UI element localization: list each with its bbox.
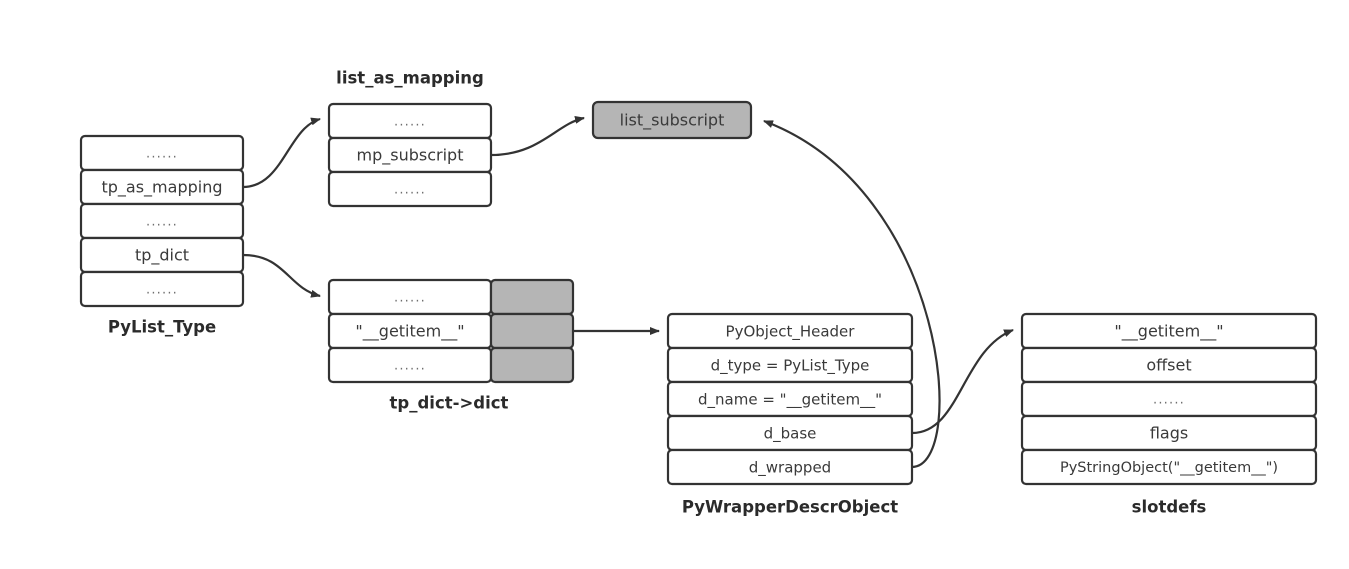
box-label-list-as-mapping: list_as_mapping xyxy=(336,69,484,88)
row-pywrapperdescrobject-1[interactable]: d_type = PyList_Type xyxy=(666,346,914,384)
box-tp-dict-dict: ...... "__getitem__" ...... tp_dict->dic… xyxy=(327,278,575,413)
box-label-slotdefs: slotdefs xyxy=(1132,498,1207,517)
box-pylist-type: ...... tp_as_mapping ...... tp_dict ....… xyxy=(79,134,245,337)
cell-text: d_name = "__getitem__" xyxy=(698,391,882,410)
cell-text: PyObject_Header xyxy=(726,323,856,342)
cell-text: list_subscript xyxy=(620,111,725,131)
row-pylist-type-4[interactable]: ...... xyxy=(79,270,245,308)
box-label-tp-dict-dict: tp_dict->dict xyxy=(390,394,509,413)
row-pywrapperdescrobject-0[interactable]: PyObject_Header xyxy=(666,312,914,350)
row-tp-dict-dict-2[interactable]: ...... xyxy=(327,346,575,384)
connector-mp-subscript-to-list-subscript xyxy=(490,115,585,157)
row-pylist-type-3[interactable]: tp_dict xyxy=(79,236,245,274)
cell-text: ...... xyxy=(146,283,178,298)
cell-text: PyStringObject("__getitem__") xyxy=(1060,460,1278,476)
row-list-as-mapping-0[interactable]: ...... xyxy=(327,102,493,140)
row-list-as-mapping-2[interactable]: ...... xyxy=(327,170,493,208)
value-cell-0[interactable] xyxy=(489,278,575,316)
cell-text: flags xyxy=(1150,424,1188,443)
box-slotdefs: "__getitem__" offset ...... flags PyStri… xyxy=(1020,312,1318,517)
row-tp-dict-dict-0[interactable]: ...... xyxy=(327,278,575,316)
box-list-as-mapping: list_as_mapping ...... mp_subscript ....… xyxy=(327,69,493,208)
value-cell-2[interactable] xyxy=(489,346,575,384)
cell-text: ...... xyxy=(1153,393,1185,408)
box-list-subscript[interactable]: list_subscript xyxy=(591,100,753,140)
cell-text: "__getitem__" xyxy=(1114,322,1223,342)
row-slotdefs-1[interactable]: offset xyxy=(1020,346,1318,384)
cell-text: d_wrapped xyxy=(749,459,831,478)
cell-text: mp_subscript xyxy=(357,146,464,166)
cell-text: ...... xyxy=(394,291,426,306)
cell-text: d_base xyxy=(764,425,817,444)
row-pylist-type-0[interactable]: ...... xyxy=(79,134,245,172)
diagram-svg: ...... tp_as_mapping ...... tp_dict ....… xyxy=(79,69,1318,517)
row-list-as-mapping-1[interactable]: mp_subscript xyxy=(327,136,493,174)
row-pywrapperdescrobject-2[interactable]: d_name = "__getitem__" xyxy=(666,380,914,418)
row-pylist-type-1[interactable]: tp_as_mapping xyxy=(79,168,245,206)
row-slotdefs-0[interactable]: "__getitem__" xyxy=(1020,312,1318,350)
row-tp-dict-dict-1[interactable]: "__getitem__" xyxy=(327,312,575,350)
box-label-pylist-type: PyList_Type xyxy=(108,318,216,337)
box-pywrapperdescrobject: PyObject_Header d_type = PyList_Type d_n… xyxy=(666,312,914,517)
row-slotdefs-2[interactable]: ...... xyxy=(1020,380,1318,418)
value-cell-1[interactable] xyxy=(489,312,575,350)
row-slotdefs-4[interactable]: PyStringObject("__getitem__") xyxy=(1020,448,1318,486)
cell-text: tp_dict xyxy=(135,246,189,266)
cell-text: "__getitem__" xyxy=(355,322,464,342)
box-label-pywrapperdescrobject: PyWrapperDescrObject xyxy=(682,498,898,517)
row-pywrapperdescrobject-4[interactable]: d_wrapped xyxy=(666,448,914,486)
cell-text: d_type = PyList_Type xyxy=(711,357,870,376)
cell-text: ...... xyxy=(394,359,426,374)
connector-tp-dict-to-tp-dict-dict xyxy=(242,253,321,298)
cell-text: ...... xyxy=(394,115,426,130)
cell-text: ...... xyxy=(146,147,178,162)
connector-d-base-to-slotdefs xyxy=(911,328,1014,435)
cell-text: tp_as_mapping xyxy=(101,178,222,198)
cell-text: ...... xyxy=(394,183,426,198)
row-slotdefs-3[interactable]: flags xyxy=(1020,414,1318,452)
row-pywrapperdescrobject-3[interactable]: d_base xyxy=(666,414,914,452)
connector-tp-as-mapping-to-list-as-mapping xyxy=(242,117,321,189)
row-pylist-type-2[interactable]: ...... xyxy=(79,202,245,240)
diagram-canvas: ...... tp_as_mapping ...... tp_dict ....… xyxy=(0,0,1349,569)
cell-text: offset xyxy=(1146,356,1191,375)
cell-text: ...... xyxy=(146,215,178,230)
